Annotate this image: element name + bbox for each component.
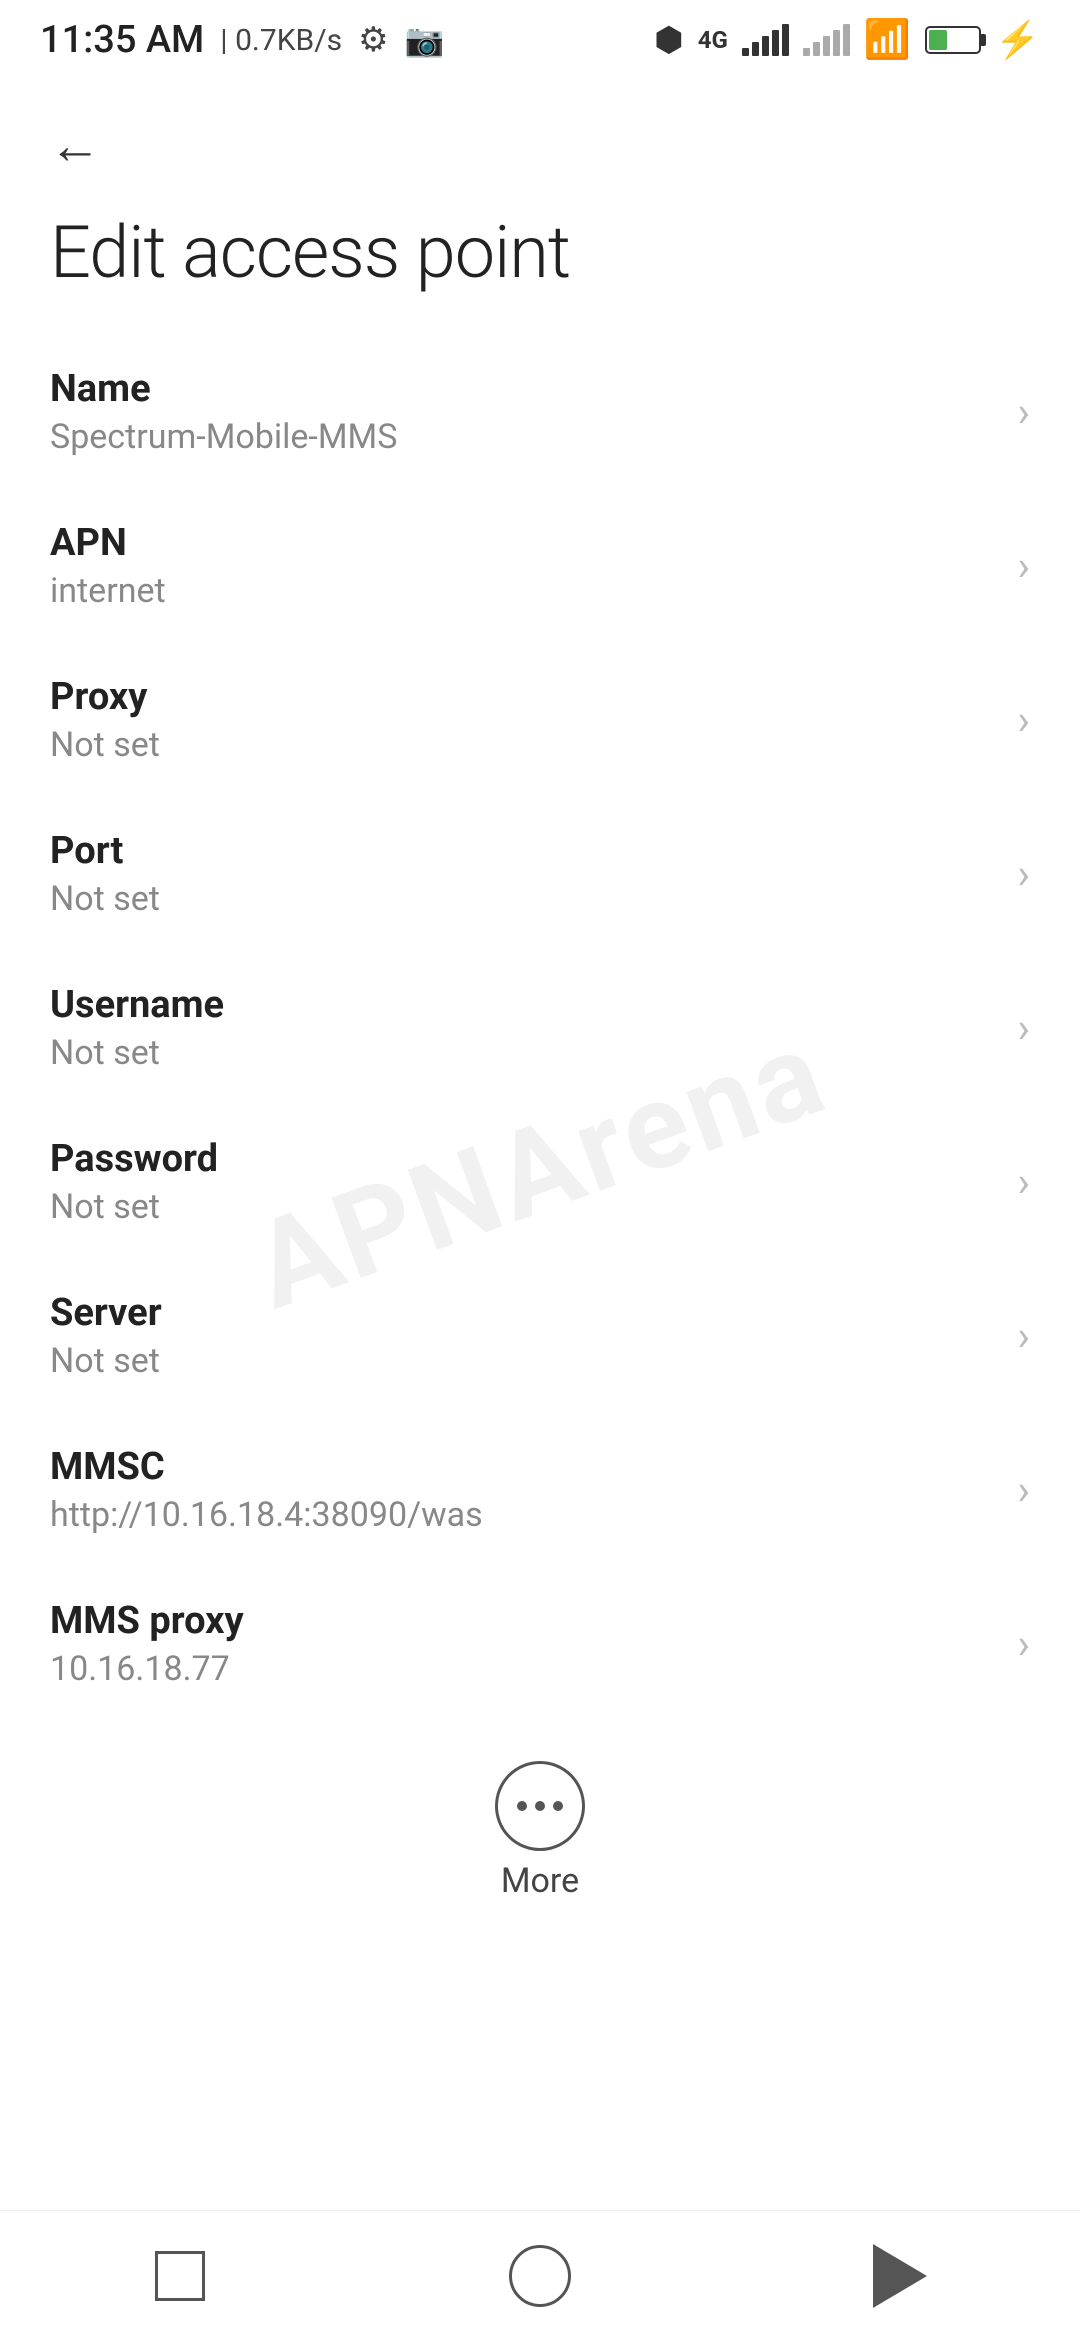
status-left: 11:35 AM | 0.7KB/s ⚙ 📷 <box>40 18 444 62</box>
chevron-right-icon: › <box>1017 1158 1030 1207</box>
chevron-right-icon: › <box>1017 1312 1030 1361</box>
signal-bars-2 <box>803 24 850 56</box>
bluetooth-icon: ⬢ <box>654 20 684 60</box>
charging-icon: ⚡ <box>995 19 1040 61</box>
field-port[interactable]: Port Not set › <box>0 797 1080 951</box>
more-dot-2 <box>535 1801 545 1811</box>
field-apn[interactable]: APN internet › <box>0 489 1080 643</box>
field-username[interactable]: Username Not set › <box>0 951 1080 1105</box>
wifi-icon: 📶 <box>864 18 911 62</box>
chevron-right-icon: › <box>1017 696 1030 745</box>
lte-icon: 4G <box>698 26 728 54</box>
nav-home-button[interactable] <box>480 2236 600 2316</box>
field-mms-proxy[interactable]: MMS proxy 10.16.18.77 › <box>0 1567 1080 1721</box>
field-mmsc-value: http://10.16.18.4:38090/was <box>50 1495 997 1535</box>
field-mmsc-label: MMSC <box>50 1445 997 1489</box>
status-right: ⬢ 4G 📶 ⚡ <box>654 18 1040 62</box>
chevron-right-icon: › <box>1017 850 1030 899</box>
back-arrow-icon: ← <box>49 115 101 176</box>
chevron-right-icon: › <box>1017 1004 1030 1053</box>
field-password-value: Not set <box>50 1187 997 1227</box>
chevron-right-icon: › <box>1017 1466 1030 1515</box>
field-mmsc-content: MMSC http://10.16.18.4:38090/was <box>50 1445 997 1535</box>
field-port-value: Not set <box>50 879 997 919</box>
chevron-right-icon: › <box>1017 1620 1030 1669</box>
field-proxy-value: Not set <box>50 725 997 765</box>
more-circle-button[interactable] <box>495 1761 585 1851</box>
field-name-content: Name Spectrum-Mobile-MMS <box>50 367 997 457</box>
field-name-label: Name <box>50 367 997 411</box>
field-server[interactable]: Server Not set › <box>0 1259 1080 1413</box>
field-server-content: Server Not set <box>50 1291 997 1381</box>
field-password[interactable]: Password Not set › <box>0 1105 1080 1259</box>
more-dot-1 <box>517 1801 527 1811</box>
field-name-value: Spectrum-Mobile-MMS <box>50 417 997 457</box>
field-proxy-label: Proxy <box>50 675 997 719</box>
main-content: Name Spectrum-Mobile-MMS › APN internet … <box>0 335 1080 2071</box>
battery-box <box>925 26 981 54</box>
field-port-label: Port <box>50 829 997 873</box>
field-apn-label: APN <box>50 521 997 565</box>
back-button[interactable]: ← <box>40 110 110 180</box>
battery-indicator <box>925 26 981 54</box>
status-time: 11:35 AM <box>40 18 204 62</box>
field-port-content: Port Not set <box>50 829 997 919</box>
status-speed: | 0.7KB/s <box>220 23 342 58</box>
field-password-content: Password Not set <box>50 1137 997 1227</box>
field-mms-proxy-label: MMS proxy <box>50 1599 997 1643</box>
bottom-nav <box>0 2210 1080 2340</box>
back-icon <box>873 2244 927 2308</box>
more-dot-3 <box>553 1801 563 1811</box>
page-title-container: Edit access point <box>0 190 1080 335</box>
gear-icon: ⚙ <box>358 20 388 60</box>
top-nav: ← <box>0 80 1080 190</box>
more-dots-icon <box>517 1801 563 1811</box>
camera-icon: 📷 <box>405 21 445 59</box>
field-password-label: Password <box>50 1137 997 1181</box>
field-apn-content: APN internet <box>50 521 997 611</box>
battery-fill <box>929 30 947 50</box>
page-title: Edit access point <box>50 210 570 295</box>
field-server-value: Not set <box>50 1341 997 1381</box>
field-mms-proxy-value: 10.16.18.77 <box>50 1649 997 1689</box>
field-name[interactable]: Name Spectrum-Mobile-MMS › <box>0 335 1080 489</box>
field-username-label: Username <box>50 983 997 1027</box>
chevron-right-icon: › <box>1017 388 1030 437</box>
nav-recents-button[interactable] <box>120 2236 240 2316</box>
field-proxy-content: Proxy Not set <box>50 675 997 765</box>
field-mmsc[interactable]: MMSC http://10.16.18.4:38090/was › <box>0 1413 1080 1567</box>
more-button-area[interactable]: More <box>0 1721 1080 1931</box>
recents-icon <box>155 2251 205 2301</box>
signal-bars-1 <box>742 24 789 56</box>
field-mms-proxy-content: MMS proxy 10.16.18.77 <box>50 1599 997 1689</box>
status-bar: 11:35 AM | 0.7KB/s ⚙ 📷 ⬢ 4G 📶 <box>0 0 1080 80</box>
field-apn-value: internet <box>50 571 997 611</box>
field-username-content: Username Not set <box>50 983 997 1073</box>
settings-list: Name Spectrum-Mobile-MMS › APN internet … <box>0 335 1080 1721</box>
field-proxy[interactable]: Proxy Not set › <box>0 643 1080 797</box>
field-username-value: Not set <box>50 1033 997 1073</box>
nav-back-button[interactable] <box>840 2236 960 2316</box>
field-server-label: Server <box>50 1291 997 1335</box>
more-label: More <box>501 1861 579 1901</box>
chevron-right-icon: › <box>1017 542 1030 591</box>
home-icon <box>509 2245 571 2307</box>
